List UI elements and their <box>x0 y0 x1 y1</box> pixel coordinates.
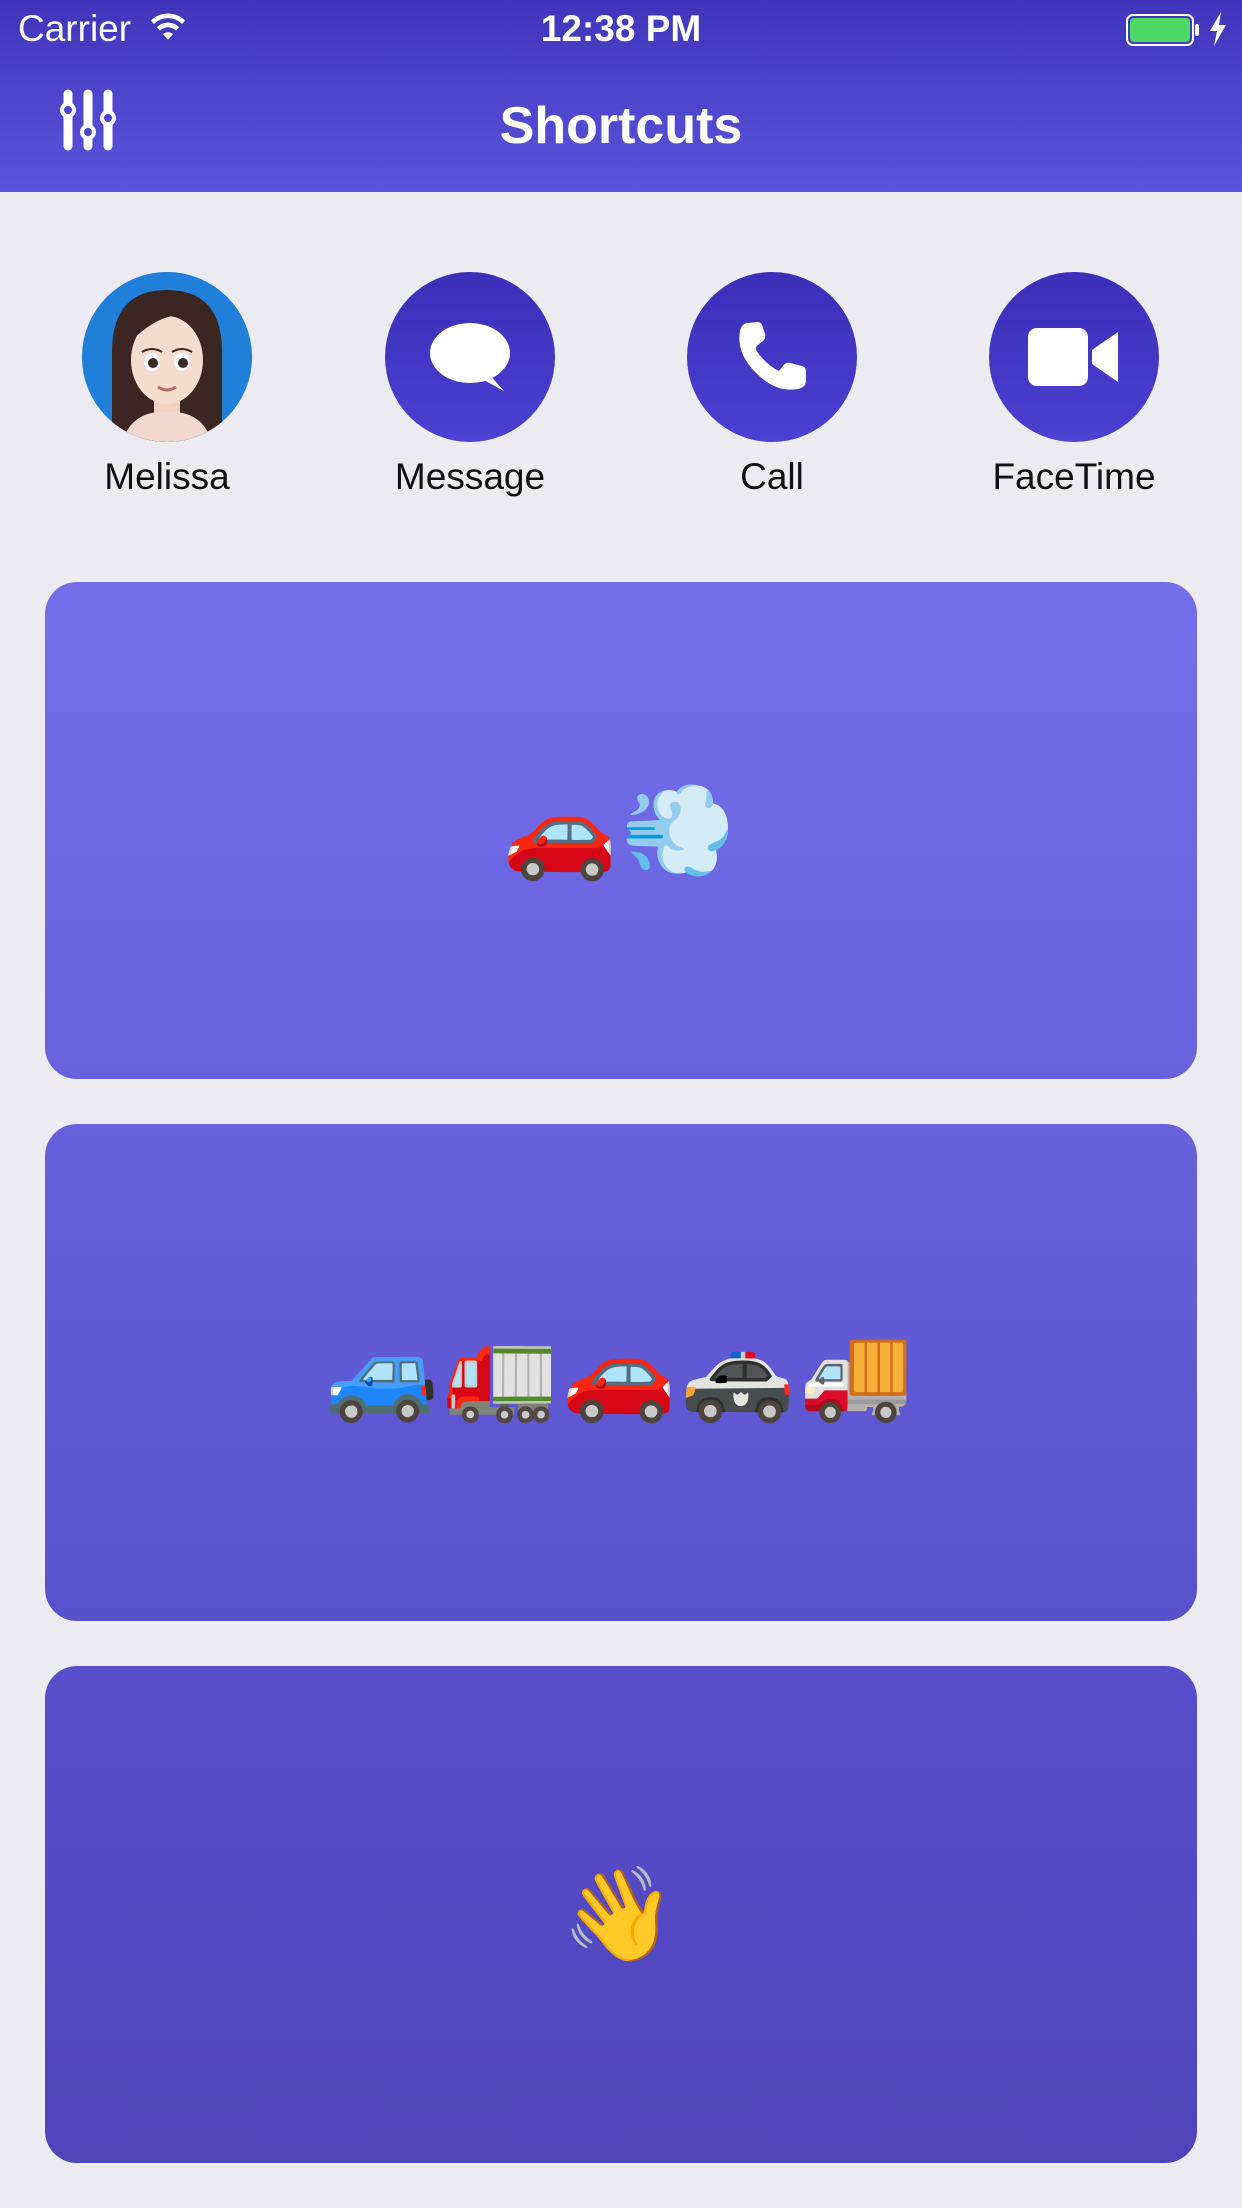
phone-icon <box>739 322 806 390</box>
battery-icon <box>1126 14 1200 46</box>
page-title: Shortcuts <box>499 97 743 155</box>
action-label-message: Message <box>394 456 546 497</box>
nav-header: Carrier 12:38 PM Shortcuts <box>0 0 1242 192</box>
message-bubble-icon <box>430 323 510 391</box>
action-label-melissa: Melissa <box>104 456 230 497</box>
action-label-facetime: FaceTime <box>992 456 1156 497</box>
card-emoji: 🚗💨 <box>502 779 740 882</box>
status-bar: Carrier 12:38 PM <box>0 0 1242 62</box>
avatar <box>82 272 252 442</box>
card-emoji: 👋 <box>561 1863 681 1966</box>
message-circle <box>385 272 555 442</box>
action-label-call: Call <box>740 456 804 497</box>
call-button[interactable]: Call <box>662 272 882 498</box>
clock-label: 12:38 PM <box>540 8 702 49</box>
charging-bolt-icon <box>1208 12 1228 51</box>
message-button[interactable]: Message <box>360 272 580 498</box>
video-camera-icon <box>1028 328 1118 386</box>
facetime-button[interactable]: FaceTime <box>964 272 1184 498</box>
card-emoji: 🚙🚛🚗🚓🚚 <box>324 1321 918 1424</box>
shortcut-card-2[interactable]: 🚙🚛🚗🚓🚚 <box>45 1124 1197 1621</box>
contact-melissa-button[interactable]: Melissa <box>57 272 277 498</box>
shortcut-card-3[interactable]: 👋 <box>45 1666 1197 2163</box>
call-circle <box>687 272 857 442</box>
facetime-circle <box>989 272 1159 442</box>
shortcut-card-1[interactable]: 🚗💨 <box>45 582 1197 1079</box>
